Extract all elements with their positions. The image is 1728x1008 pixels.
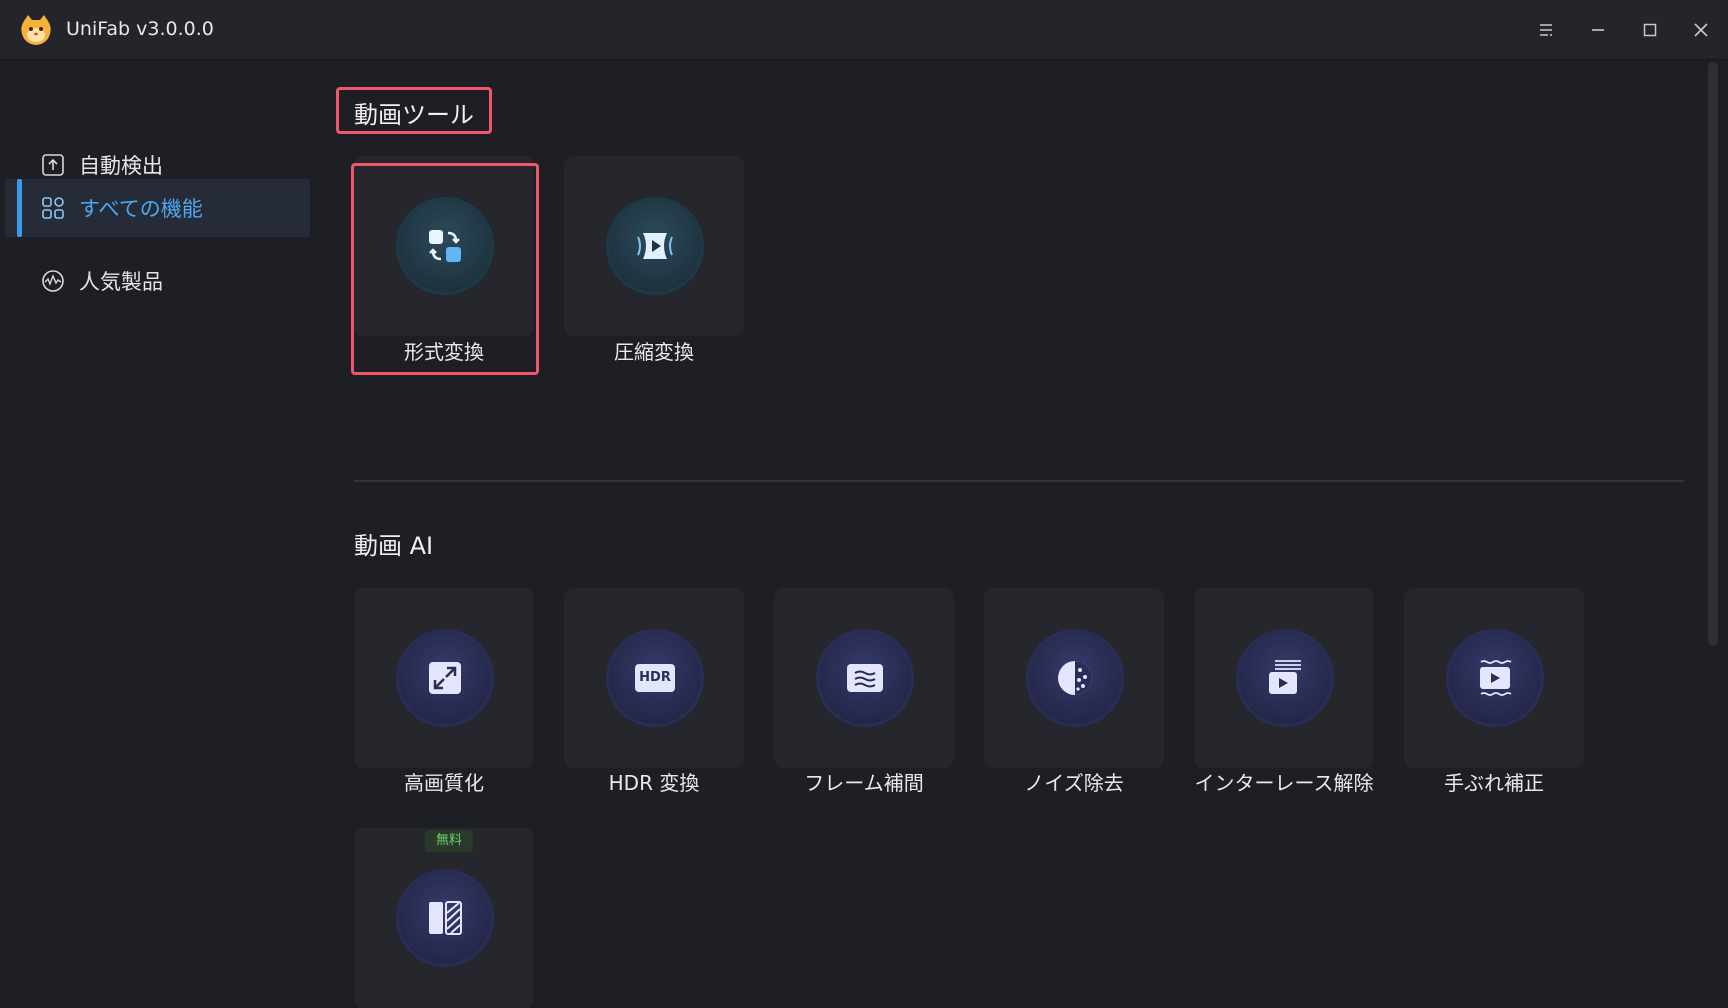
icon-circle: HDR — [609, 632, 701, 724]
upload-box-icon — [42, 154, 64, 176]
card-label: 手ぶれ補正 — [1444, 771, 1544, 795]
section-divider — [354, 480, 1684, 482]
card-label: 圧縮変換 — [614, 340, 694, 364]
card-frame-interpolation[interactable] — [774, 588, 954, 768]
icon-circle — [399, 632, 491, 724]
icon-circle — [399, 872, 491, 964]
card-denoise[interactable] — [984, 588, 1164, 768]
deinterlace-icon — [1269, 660, 1301, 694]
menu-button[interactable] — [1530, 14, 1562, 46]
upscale-icon — [429, 662, 461, 694]
app-title: UniFab v3.0.0.0 — [66, 18, 214, 40]
card-stabilize[interactable] — [1404, 588, 1584, 768]
minimize-button[interactable] — [1582, 14, 1614, 46]
card-label: ノイズ除去 — [1024, 771, 1124, 795]
close-icon — [1694, 23, 1708, 37]
compress-icon — [637, 233, 673, 259]
menu-icon — [1540, 24, 1552, 36]
frame-interpolation-icon — [847, 664, 883, 692]
sidebar-item-label: 人気製品 — [79, 270, 163, 294]
card-upscale[interactable] — [354, 588, 534, 768]
card-deinterlace[interactable] — [1194, 588, 1374, 768]
hdr-icon: HDR — [635, 664, 675, 692]
section-title-video-tools: 動画ツール — [354, 101, 474, 129]
denoise-icon — [1058, 661, 1092, 695]
card-compare[interactable] — [354, 828, 534, 1008]
maximize-icon — [1643, 23, 1657, 37]
unifab-logo-icon — [21, 15, 51, 45]
grid-icon — [42, 197, 64, 219]
icon-circle — [819, 632, 911, 724]
card-label: HDR 変換 — [608, 771, 700, 795]
card-label: 高画質化 — [404, 771, 484, 795]
close-button[interactable] — [1685, 14, 1717, 46]
scrollbar[interactable] — [1708, 62, 1718, 646]
card-hdr[interactable]: HDR — [564, 588, 744, 768]
card-label: 形式変換 — [404, 340, 484, 364]
sidebar-item-popular[interactable]: 人気製品 — [5, 252, 310, 310]
title-bar: UniFab v3.0.0.0 — [0, 0, 1728, 60]
icon-circle — [1239, 632, 1331, 724]
maximize-button[interactable] — [1634, 14, 1666, 46]
icon-circle — [1449, 632, 1541, 724]
card-label: フレーム補間 — [804, 771, 924, 795]
icon-circle — [609, 200, 701, 292]
stabilize-icon — [1480, 660, 1512, 696]
sidebar: 自動検出 すべての機能 人気製品 — [0, 61, 310, 1008]
card-label: インターレース解除 — [1194, 771, 1374, 795]
sidebar-item-all-features[interactable]: すべての機能 — [5, 179, 310, 237]
compare-icon — [429, 901, 462, 935]
section-title-video-ai: 動画 AI — [354, 532, 434, 560]
minimize-icon — [1592, 29, 1604, 31]
card-compress[interactable] — [564, 156, 744, 336]
free-badge: 無料 — [425, 830, 473, 852]
sidebar-item-label: 自動検出 — [79, 154, 163, 178]
icon-circle — [1029, 632, 1121, 724]
sidebar-item-label: すべての機能 — [79, 197, 203, 221]
activity-icon — [42, 270, 64, 292]
